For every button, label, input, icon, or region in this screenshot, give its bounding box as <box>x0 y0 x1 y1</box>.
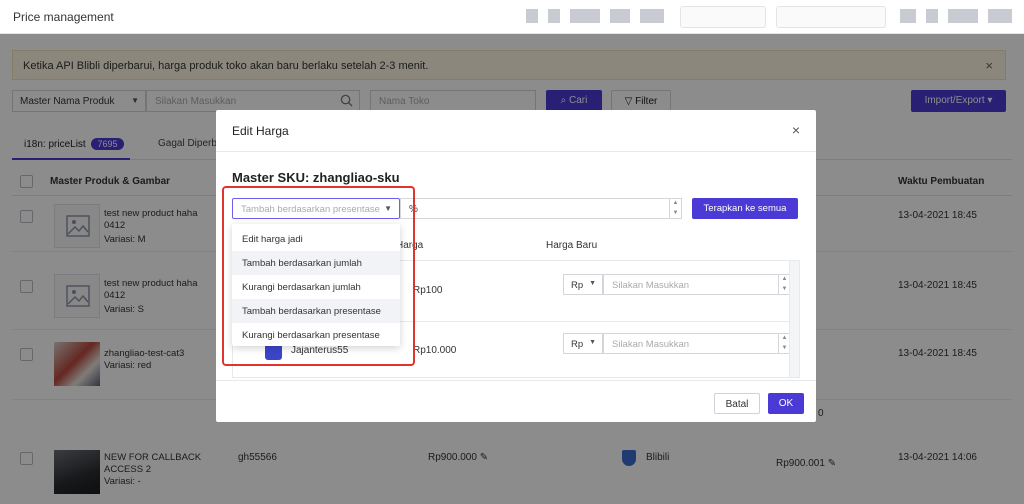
close-icon[interactable]: × <box>792 122 800 138</box>
master-sku-label: Master SKU: zhangliao-sku <box>232 170 400 185</box>
redacted-block <box>610 9 630 23</box>
percentage-input[interactable]: % ▲ ▼ <box>400 198 682 219</box>
currency-value: Rp <box>571 280 584 291</box>
top-bar-pill[interactable] <box>776 6 886 28</box>
currency-value: Rp <box>571 339 584 350</box>
currency-select[interactable]: Rp ▼ <box>563 333 603 354</box>
new-price-placeholder: Silakan Masukkan <box>612 339 690 350</box>
redacted-block <box>548 9 560 23</box>
new-price-placeholder: Silakan Masukkan <box>612 280 690 291</box>
top-bar-pill[interactable] <box>680 6 766 28</box>
table-scrollbar[interactable] <box>789 261 799 377</box>
ok-button[interactable]: OK <box>768 393 804 414</box>
redacted-block <box>988 9 1012 23</box>
redacted-block <box>926 9 938 23</box>
caret-down-icon: ▼ <box>589 339 596 346</box>
column-new-price: Harga Baru <box>546 240 598 251</box>
top-bar: Price management <box>0 0 1024 34</box>
redacted-block <box>526 9 538 23</box>
current-price: Rp10.000 <box>413 345 457 356</box>
redacted-block <box>640 9 664 23</box>
app-title: Price management <box>13 10 114 24</box>
chevron-down-icon[interactable]: ▼ <box>670 209 681 219</box>
redacted-block <box>570 9 600 23</box>
chevron-up-icon[interactable]: ▲ <box>670 199 681 209</box>
cancel-button[interactable]: Batal <box>714 393 760 414</box>
current-price: Rp100 <box>413 285 443 296</box>
modal-footer: Batal OK <box>216 380 816 422</box>
number-stepper[interactable]: ▲ ▼ <box>669 199 681 218</box>
redacted-block <box>900 9 916 23</box>
apply-all-button[interactable]: Terapkan ke semua <box>692 198 798 219</box>
caret-down-icon: ▼ <box>589 280 596 287</box>
modal-header: Edit Harga × <box>216 110 816 152</box>
new-price-input[interactable]: Silakan Masukkan ▲ ▼ <box>603 333 791 354</box>
highlight-box <box>222 186 415 366</box>
currency-select[interactable]: Rp ▼ <box>563 274 603 295</box>
new-price-input[interactable]: Silakan Masukkan ▲ ▼ <box>603 274 791 295</box>
modal-title: Edit Harga <box>232 124 289 138</box>
redacted-block <box>948 9 978 23</box>
